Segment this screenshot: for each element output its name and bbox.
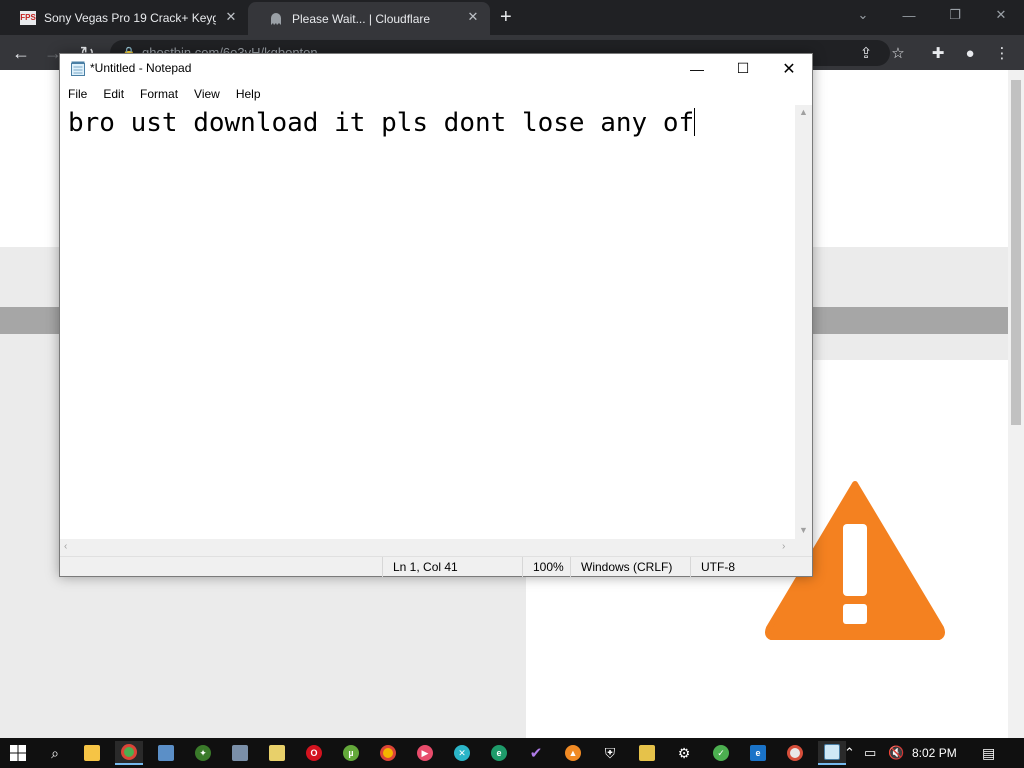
menu-help[interactable]: Help xyxy=(228,83,269,105)
notepad-horizontal-scrollbar[interactable]: ‹ › xyxy=(60,539,795,556)
back-arrow-icon[interactable]: ← xyxy=(10,42,32,64)
network-icon[interactable]: ▭ xyxy=(864,745,876,761)
scrollbar-thumb[interactable] xyxy=(1011,80,1021,425)
monitor-icon[interactable] xyxy=(226,741,254,765)
vlc-icon[interactable]: ▲ xyxy=(559,741,587,765)
status-cursor-position: Ln 1, Col 41 xyxy=(382,557,522,577)
security-icon[interactable]: ⛨ xyxy=(596,741,624,765)
notifications-icon[interactable]: ▤ xyxy=(982,745,995,762)
page-scrollbar[interactable] xyxy=(1008,70,1024,738)
notepad-maximize-button[interactable]: ☐ xyxy=(720,54,766,83)
status-zoom: 100% xyxy=(522,557,570,577)
tab-title: Sony Vegas Pro 19 Crack+ Keygen xyxy=(44,10,216,25)
minimize-button[interactable]: — xyxy=(886,0,932,30)
browser-tab-cloudflare[interactable]: Please Wait... | Cloudflare ✕ xyxy=(248,2,490,35)
notepad-content: bro ust download it pls dont lose any of xyxy=(68,108,695,138)
media-icon[interactable]: ▶ xyxy=(411,741,439,765)
share-icon[interactable]: ⇪ xyxy=(856,43,876,63)
menu-edit[interactable]: Edit xyxy=(95,83,132,105)
extensions-puzzle-icon[interactable]: ✚ xyxy=(928,43,948,63)
notepad-status-bar: Ln 1, Col 41 100% Windows (CRLF) UTF-8 xyxy=(60,556,812,577)
windows-start-icon[interactable] xyxy=(4,741,32,765)
fps-icon: FPS xyxy=(20,10,36,26)
menu-file[interactable]: File xyxy=(60,83,95,105)
scroll-left-icon[interactable]: ‹ xyxy=(64,541,67,552)
file-explorer-icon[interactable] xyxy=(78,741,106,765)
search-icon[interactable]: ⌕ xyxy=(41,741,69,765)
resize-grip[interactable] xyxy=(795,539,812,556)
window-title: *Untitled - Notepad xyxy=(90,61,192,75)
ie-icon[interactable]: e xyxy=(744,741,772,765)
notepad-icon xyxy=(71,61,85,76)
game-icon[interactable]: ✦ xyxy=(189,741,217,765)
restore-button[interactable]: ❐ xyxy=(932,0,978,30)
browser-tab-sony-vegas[interactable]: FPS Sony Vegas Pro 19 Crack+ Keygen ✕ xyxy=(0,0,248,35)
more-menu-icon[interactable]: ⋮ xyxy=(992,43,1012,63)
show-hidden-icons-icon[interactable]: ⌃ xyxy=(844,745,855,761)
edge-icon[interactable]: e xyxy=(485,741,513,765)
notepad-close-button[interactable]: ✕ xyxy=(766,54,812,83)
settings-icon[interactable]: ⚙ xyxy=(670,741,698,765)
ghost-icon xyxy=(268,11,284,27)
menu-format[interactable]: Format xyxy=(132,83,186,105)
shield-icon[interactable]: ✓ xyxy=(707,741,735,765)
scroll-right-icon[interactable]: › xyxy=(782,541,785,552)
chrome-icon[interactable] xyxy=(115,741,143,765)
app-icon[interactable] xyxy=(152,741,180,765)
check-icon[interactable]: ✔ xyxy=(522,741,550,765)
scroll-up-icon[interactable]: ▲ xyxy=(798,107,809,117)
notes-icon[interactable] xyxy=(263,741,291,765)
new-tab-button[interactable]: + xyxy=(500,7,512,27)
files-icon[interactable] xyxy=(633,741,661,765)
close-window-button[interactable]: ✕ xyxy=(978,0,1024,30)
browser-tab-bar: FPS Sony Vegas Pro 19 Crack+ Keygen ✕ Pl… xyxy=(0,0,1024,35)
bookmark-star-icon[interactable]: ☆ xyxy=(888,43,908,63)
profile-avatar-icon[interactable]: ● xyxy=(960,43,980,63)
notepad-title-bar[interactable]: *Untitled - Notepad — ☐ ✕ xyxy=(60,54,812,83)
utorrent-icon[interactable]: µ xyxy=(337,741,365,765)
notepad-minimize-button[interactable]: — xyxy=(674,54,720,83)
close-tab-icon[interactable]: ✕ xyxy=(224,10,238,24)
opera-icon[interactable]: O xyxy=(300,741,328,765)
xbox-icon[interactable]: ✕ xyxy=(448,741,476,765)
menu-view[interactable]: View xyxy=(186,83,228,105)
scroll-down-icon[interactable]: ▼ xyxy=(798,525,809,535)
notepad-menu-bar: File Edit Format View Help xyxy=(60,83,812,105)
taskbar-clock[interactable]: 8:02 PM xyxy=(912,738,957,768)
tab-title: Please Wait... | Cloudflare xyxy=(292,11,431,26)
volume-muted-icon[interactable]: 🔇 xyxy=(888,745,904,761)
chrome-alt-icon[interactable] xyxy=(374,741,402,765)
notepad-text-area[interactable]: bro ust download it pls dont lose any of xyxy=(60,105,795,539)
close-tab-icon[interactable]: ✕ xyxy=(466,10,480,24)
windows-taskbar: ⌕ ✦ O µ ▶ ✕ e ✔ ▲ ⛨ ⚙ ✓ e ⌃ ▭ 🔇 8:02 PM … xyxy=(0,738,1024,768)
status-encoding: UTF-8 xyxy=(690,557,810,577)
notepad-window: *Untitled - Notepad — ☐ ✕ File Edit Form… xyxy=(59,53,813,577)
notepad-vertical-scrollbar[interactable]: ▲ ▼ xyxy=(795,105,812,539)
notepad-icon[interactable] xyxy=(818,741,846,765)
status-line-ending: Windows (CRLF) xyxy=(570,557,690,577)
browser-icon[interactable] xyxy=(781,741,809,765)
text-caret xyxy=(694,108,696,136)
tab-search-icon[interactable]: ⌄ xyxy=(840,0,886,30)
